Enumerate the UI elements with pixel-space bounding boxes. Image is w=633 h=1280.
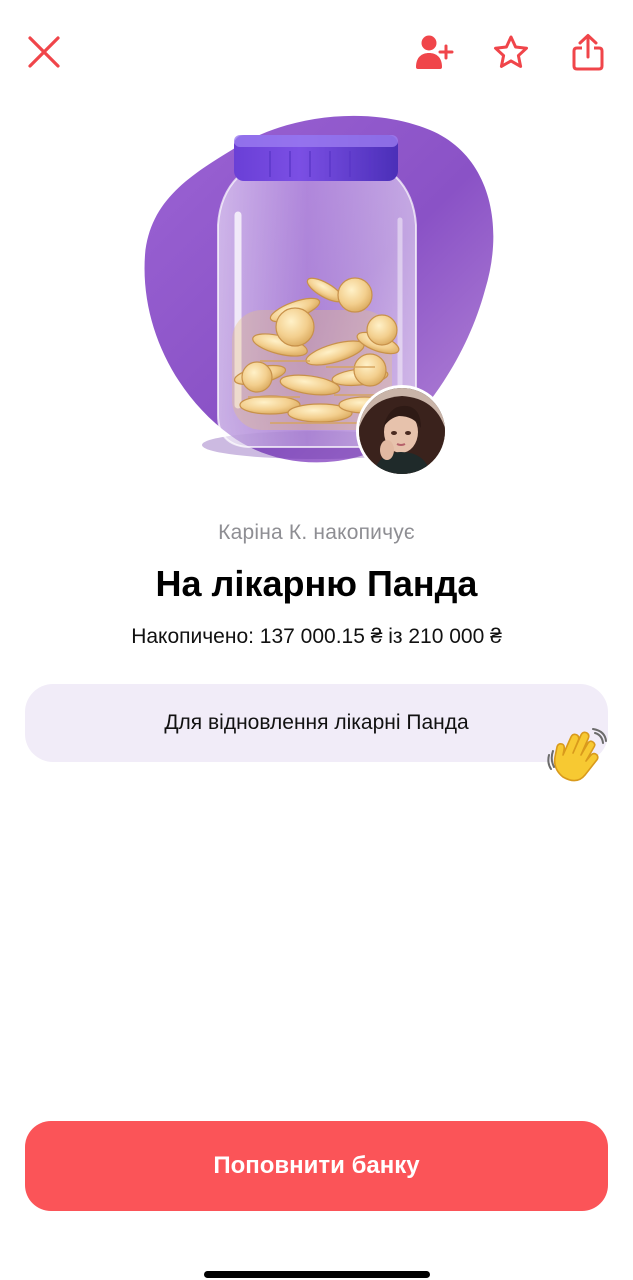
savings-progress: Накопичено: 137 000.15 ₴ із 210 000 ₴ bbox=[131, 625, 502, 648]
topup-jar-button[interactable]: Поповнити банку bbox=[25, 1121, 608, 1211]
avatar-photo bbox=[359, 388, 445, 474]
home-indicator[interactable] bbox=[204, 1271, 430, 1278]
jar-description: Для відновлення лікарні Панда bbox=[25, 684, 608, 762]
owner-subtitle: Каріна К. накопичує bbox=[218, 521, 415, 544]
waving-hand-icon bbox=[547, 728, 607, 782]
add-friend-button[interactable] bbox=[412, 30, 456, 74]
star-icon bbox=[494, 35, 528, 68]
description-text: Для відновлення лікарні Панда bbox=[164, 711, 469, 734]
close-icon bbox=[28, 36, 60, 68]
share-icon bbox=[572, 34, 604, 71]
share-button[interactable] bbox=[566, 30, 610, 74]
favorite-button[interactable] bbox=[489, 30, 533, 74]
close-button[interactable] bbox=[22, 30, 66, 74]
owner-avatar[interactable] bbox=[356, 385, 448, 477]
page-title: На лікарню Панда bbox=[155, 563, 478, 604]
jar-screen: Каріна К. накопичує На лікарню Панда Нак… bbox=[0, 0, 633, 1280]
add-user-icon bbox=[416, 35, 454, 69]
